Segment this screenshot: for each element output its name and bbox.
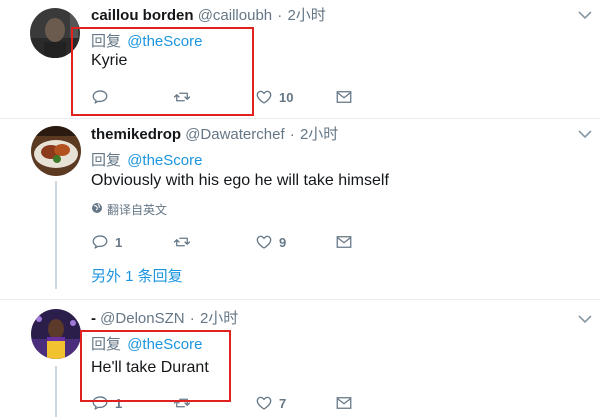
like-icon: [255, 233, 273, 251]
reply-button[interactable]: [91, 86, 115, 108]
tweet-1[interactable]: caillou borden @cailloubh · 2小时 回复 @theS…: [0, 0, 600, 118]
like-count: 10: [279, 89, 294, 105]
separator-dot: ·: [277, 7, 283, 24]
thread-line: [55, 366, 57, 417]
separator-dot: ·: [189, 310, 195, 327]
direct-message-button[interactable]: [335, 86, 353, 108]
like-button[interactable]: 9: [255, 231, 286, 253]
mention-link[interactable]: @theScore: [127, 336, 202, 353]
tweet-actions: 1 9: [91, 231, 371, 253]
retweet-icon: [173, 233, 191, 251]
replying-to: 回复 @theScore: [91, 333, 202, 354]
caret-down-icon[interactable]: [578, 314, 592, 324]
direct-message-button[interactable]: [335, 392, 353, 414]
retweet-button[interactable]: [173, 392, 197, 414]
retweet-button[interactable]: [173, 86, 197, 108]
avatar[interactable]: [31, 126, 81, 176]
timestamp[interactable]: 2小时: [300, 126, 338, 143]
reply-icon: [91, 233, 109, 251]
mention-link[interactable]: @theScore: [127, 152, 202, 169]
reply-prefix: 回复: [91, 33, 122, 50]
user-handle[interactable]: @Dawaterchef: [185, 126, 284, 143]
tweet-text: Obviously with his ego he will take hims…: [91, 172, 389, 189]
retweet-button[interactable]: [173, 231, 197, 253]
dm-icon: [335, 233, 353, 251]
reply-count: 1: [115, 395, 123, 411]
reply-prefix: 回复: [91, 152, 122, 169]
like-button[interactable]: 10: [255, 86, 293, 108]
reply-icon: [91, 88, 109, 106]
display-name[interactable]: themikedrop: [91, 126, 181, 143]
tweet-text: He'll take Durant: [91, 359, 209, 376]
like-count: 7: [279, 395, 287, 411]
caret-down-icon[interactable]: [578, 10, 592, 20]
user-handle[interactable]: @DelonSZN: [100, 310, 184, 327]
tweet-3[interactable]: - @DelonSZN · 2小时 回复 @theScore He'll tak…: [0, 300, 600, 417]
separator-dot: ·: [289, 126, 295, 143]
tweet-header: themikedrop @Dawaterchef · 2小时: [91, 123, 338, 144]
display-name[interactable]: -: [91, 310, 96, 327]
tweet-header: - @DelonSZN · 2小时: [91, 307, 238, 328]
replying-to: 回复 @theScore: [91, 149, 202, 170]
avatar[interactable]: [31, 309, 81, 359]
tweet-header: caillou borden @cailloubh · 2小时: [91, 4, 326, 25]
dm-icon: [335, 88, 353, 106]
mention-link[interactable]: @theScore: [127, 33, 202, 50]
like-icon: [255, 88, 273, 106]
user-handle[interactable]: @cailloubh: [198, 7, 272, 24]
tweet-text: Kyrie: [91, 52, 128, 69]
reply-count: 1: [115, 234, 123, 250]
tweet-2[interactable]: themikedrop @Dawaterchef · 2小时 回复 @theSc…: [0, 119, 600, 299]
replying-to: 回复 @theScore: [91, 30, 202, 51]
more-replies-link[interactable]: 另外 1 条回复: [91, 265, 183, 286]
translate-label: 翻译自英文: [107, 203, 168, 217]
dm-icon: [335, 394, 353, 412]
retweet-icon: [173, 394, 191, 412]
like-count: 9: [279, 234, 287, 250]
reply-button[interactable]: 1: [91, 231, 122, 253]
thread-line: [55, 181, 57, 289]
caret-down-icon[interactable]: [578, 129, 592, 139]
display-name[interactable]: caillou borden: [91, 7, 194, 24]
reply-icon: [91, 394, 109, 412]
avatar[interactable]: [30, 8, 80, 58]
direct-message-button[interactable]: [335, 231, 353, 253]
globe-icon: [91, 202, 103, 217]
timestamp[interactable]: 2小时: [287, 7, 325, 24]
timestamp[interactable]: 2小时: [200, 310, 238, 327]
reply-prefix: 回复: [91, 336, 122, 353]
like-icon: [255, 394, 273, 412]
retweet-icon: [173, 88, 191, 106]
translate-link[interactable]: 翻译自英文: [91, 201, 167, 218]
tweet-actions: 1 7: [91, 392, 371, 414]
tweet-actions: 10: [91, 86, 371, 108]
like-button[interactable]: 7: [255, 392, 286, 414]
reply-button[interactable]: 1: [91, 392, 122, 414]
